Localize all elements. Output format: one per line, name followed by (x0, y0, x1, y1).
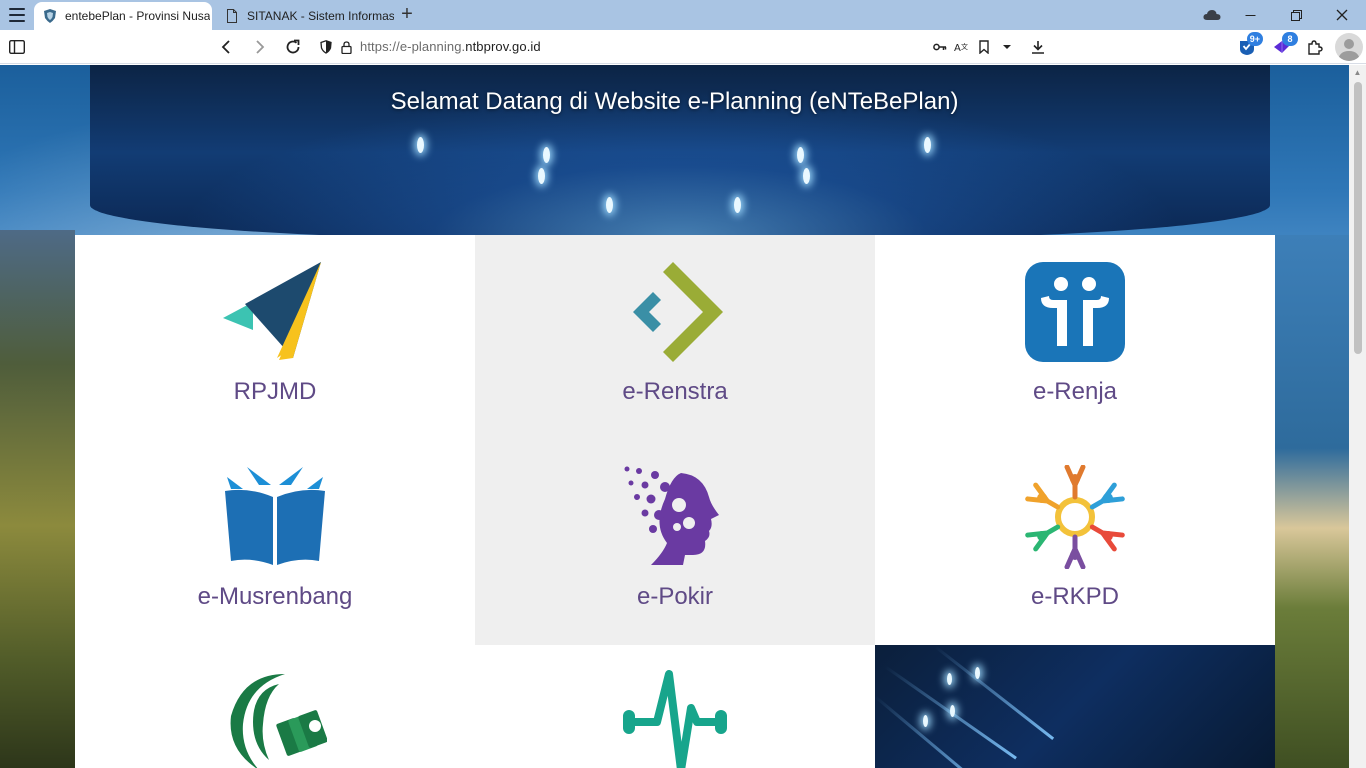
restore-icon[interactable] (1274, 2, 1318, 28)
bookmark-icon[interactable] (972, 35, 996, 59)
page-background: Selamat Datang di Website e-Planning (eN… (0, 65, 1349, 768)
url-field[interactable]: https://e-planning.ntbprov.go.id (360, 39, 541, 54)
beach-scenery (1275, 235, 1349, 768)
app-tile-e-rkpd[interactable]: e-RKPD (875, 440, 1275, 645)
browser-menu-icon[interactable] (4, 3, 30, 27)
svg-text:文: 文 (961, 42, 968, 51)
light-dot (923, 715, 928, 727)
light-dot (543, 147, 550, 163)
open-book-icon (225, 467, 325, 565)
app-label: e-Renja (1032, 378, 1118, 405)
light-dot (417, 137, 424, 153)
light-dot (734, 197, 741, 213)
light-dot (797, 147, 804, 163)
extension-gem-icon[interactable]: 8 (1270, 32, 1298, 59)
reload-icon[interactable] (281, 35, 305, 59)
new-tab-plus-icon[interactable]: + (396, 4, 418, 26)
close-icon[interactable] (1320, 2, 1364, 28)
light-dot (606, 197, 613, 213)
profile-avatar[interactable] (1335, 33, 1363, 61)
light-streak (874, 695, 991, 768)
page-scrollbar[interactable]: ▲ (1349, 65, 1366, 768)
light-streaks-panel (874, 645, 1275, 768)
mountain-scenery (0, 230, 75, 768)
light-dot (947, 673, 952, 685)
app-label: e-Musrenbang (197, 583, 353, 610)
app-tile-e-renja[interactable]: e-Renja (875, 235, 1275, 440)
money-crescent-icon (230, 674, 327, 768)
lock-icon[interactable] (334, 35, 358, 59)
forward-icon[interactable] (248, 35, 272, 59)
app-label: e-Renstra (622, 378, 728, 405)
url-prefix: https://e-planning. (360, 39, 466, 54)
pulse-icon (623, 670, 727, 768)
welcome-title: Selamat Datang di Website e-Planning (eN… (390, 88, 959, 115)
light-dot (975, 667, 980, 679)
extension-badge: 8 (1282, 32, 1298, 46)
app-tile-e-musrenbang[interactable]: e-Musrenbang (75, 440, 475, 645)
thinking-head-icon (624, 466, 719, 565)
extension-shield-icon[interactable]: 9+ (1235, 32, 1263, 59)
light-streak (934, 645, 1055, 741)
light-dot (803, 168, 810, 184)
app-tile-e-renstra[interactable]: e-Renstra (475, 235, 875, 440)
chevrons-icon (633, 262, 723, 362)
tab-title: SITANAK - Sistem Informas (247, 9, 394, 23)
scroll-up-icon[interactable]: ▲ (1353, 69, 1362, 77)
download-icon[interactable] (1026, 35, 1050, 59)
tab-strip: entebePlan - Provinsi Nusa SITANAK - Sis… (0, 0, 1366, 30)
tab-sitanak[interactable]: SITANAK - Sistem Informas (216, 2, 394, 30)
url-host: ntbprov.go.id (465, 39, 541, 54)
app-tile-rpjmd[interactable]: RPJMD (75, 235, 475, 440)
app-label: RPJMD (233, 378, 317, 405)
scroll-thumb[interactable] (1354, 82, 1362, 354)
app-label: e-RKPD (1030, 583, 1120, 610)
paper-plane-icon (223, 262, 321, 360)
app-label: e-Pokir (636, 583, 714, 610)
puzzle-extensions-icon[interactable] (1303, 35, 1327, 59)
extension-badge: 9+ (1246, 32, 1263, 46)
page-icon (227, 9, 237, 23)
svg-text:A: A (954, 43, 961, 53)
shield-emblem-icon (44, 9, 56, 23)
sidebar-toggle-icon[interactable] (5, 35, 29, 59)
tab-entebeplan[interactable]: entebePlan - Provinsi Nusa (34, 2, 212, 30)
address-toolbar: https://e-planning.ntbprov.go.id A文 9+ 8 (0, 30, 1366, 64)
people-icon (1025, 262, 1125, 362)
back-icon[interactable] (214, 35, 238, 59)
light-dot (950, 705, 955, 717)
app-tile-monitoring[interactable] (475, 645, 875, 768)
chevron-down-icon[interactable] (995, 35, 1019, 59)
minimize-icon[interactable] (1228, 2, 1272, 28)
light-dot (924, 137, 931, 153)
app-tile-e-pokir[interactable]: e-Pokir (475, 440, 875, 645)
people-circle-icon (1025, 465, 1125, 569)
light-dot (538, 168, 545, 184)
app-tile-keuangan[interactable] (75, 645, 475, 768)
translate-icon[interactable]: A文 (949, 35, 973, 59)
tab-title: entebePlan - Provinsi Nusa (65, 9, 211, 23)
